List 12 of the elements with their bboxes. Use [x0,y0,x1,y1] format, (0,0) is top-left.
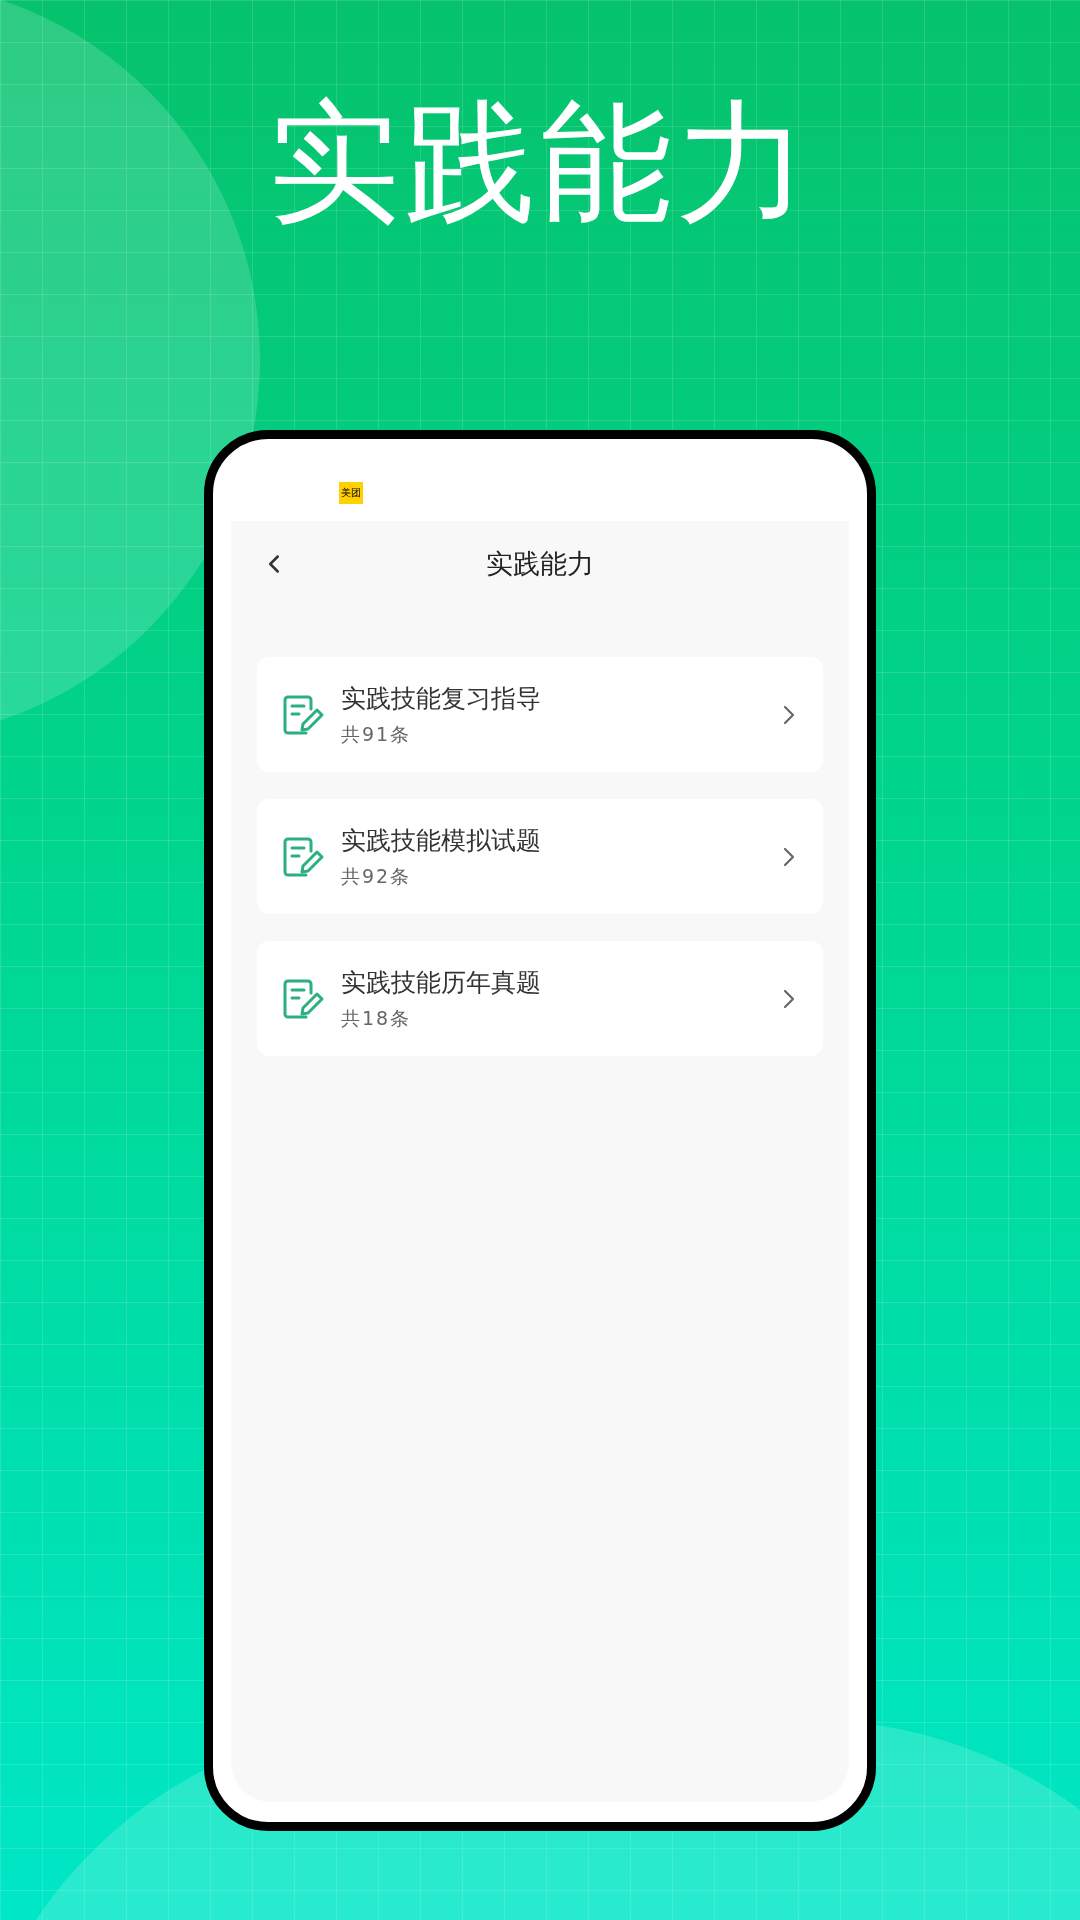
item-count: 共18条 [341,1008,413,1028]
list-card[interactable]: 实践技能复习指导 共91条 [257,657,823,772]
app-badge: 美团 [339,482,363,504]
item-title: 实践技能模拟试题 [341,827,542,853]
headline: 实践能力 [268,96,812,228]
list-card[interactable]: 实践技能历年真题 共18条 [257,941,823,1056]
item-count: 共91条 [341,724,413,744]
page-title: 实践能力 [486,546,594,581]
list-card[interactable]: 实践技能模拟试题 共92条 [257,799,823,914]
item-title: 实践技能历年真题 [341,969,542,995]
item-title: 实践技能复习指导 [341,685,542,711]
item-count: 共92条 [341,866,413,886]
